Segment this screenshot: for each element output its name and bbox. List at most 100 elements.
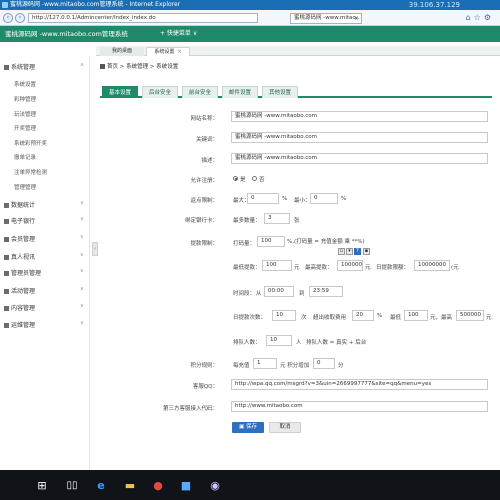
breadcrumb-separator: > [119,64,125,70]
sidebar-item-cancel-records[interactable]: 撤单记录 [14,153,36,161]
browser-title: 蜜桃源码网 -www.mitaobo.com管理系统 - Internet Ex… [10,1,181,8]
third-party-input[interactable]: http://www.mitaobo.com [231,401,488,412]
sidebar-item-draw[interactable]: 开奖管理 [14,124,36,132]
sidebar-group-activities[interactable]: 活动管理 ∨ [4,286,84,295]
image-icon[interactable]: ▫ [338,248,345,255]
tab-basic-settings[interactable]: 基本设置 [102,86,138,98]
time-end-input[interactable]: 23:59 [309,286,343,297]
browser-tab[interactable]: 蜜桃源码网 -www.mitao... × [290,13,362,24]
ie-browser-icon[interactable]: e [92,476,110,494]
register-yes-radio[interactable] [233,176,238,181]
sidebar-item-system-settings[interactable]: 系统设置 [14,80,36,88]
sidebar-group-members[interactable]: 会员管理 ∨ [4,234,84,243]
sidebar-group-content[interactable]: 内容管理 ∨ [4,303,84,312]
chevron-up-icon: ∧ [80,62,84,68]
max-withdraw-input[interactable]: 100000 [337,260,363,271]
url-input[interactable]: http://127.0.0.1/Admincenter/Index_index… [28,13,258,23]
browser-toolbar-icons[interactable]: ⌂☆⚙ [466,13,494,22]
description-input[interactable]: 蜜桃源码网 -www.mitaobo.com [231,153,488,164]
sidebar-group-admins[interactable]: 管理员管理 ∨ [4,268,84,277]
time-start-input[interactable]: 00:00 [264,286,294,297]
help-icon[interactable]: ? [354,248,361,255]
queue-input[interactable]: 10 [266,335,292,346]
tab-my-desktop[interactable]: 我的桌面 [100,47,144,56]
save-button[interactable]: ▣ 保存 [232,422,264,433]
tab-system-settings[interactable]: 系统设置 × [146,47,190,56]
register-no-label: 否 [259,177,265,183]
close-tab-icon[interactable]: × [354,14,359,23]
tab-my-desktop-label: 我的桌面 [111,48,132,54]
fee-max-input[interactable]: 500000 [456,310,484,321]
app-icon-2[interactable]: ◉ [206,476,224,494]
quick-menu-button[interactable]: + 快捷菜单 ∨ [160,26,197,42]
forward-icon[interactable]: › [15,13,25,23]
folder-icon[interactable]: ▬ [121,476,139,494]
tab-backend-security[interactable]: 后台安全 [142,86,178,98]
windows-taskbar: ⊞ ▯▯ e ▬ ● ■ ◉ [0,470,500,500]
qq-input[interactable]: http://wpa.qq.com/msgrd?v=3&uin=26699977… [231,379,488,390]
queue-note: 排队人数 = 真实 + 后台 [306,340,367,346]
points-mid-label: 元 积分增加 [280,363,310,369]
register-no-radio[interactable] [252,176,257,181]
user-icon [4,237,9,242]
qq-label: 客服QQ： [192,384,218,390]
time-range-label: 时间段： [233,291,256,297]
fee-min-label: 最低 [390,315,402,321]
chrome-icon[interactable]: ● [149,476,167,494]
sidebar-group-system[interactable]: 系统管理 ∧ [4,62,84,71]
chevron-down-icon: ∨ [80,286,84,292]
points-input[interactable]: 0 [313,358,335,369]
sidebar-group-live[interactable]: 真人视讯 ∨ [4,252,84,261]
dropdown-icon[interactable]: ▾ [346,248,353,255]
bank-icon [4,219,9,224]
bet-amount-input[interactable]: 100 [257,236,285,247]
tab-mail-settings[interactable]: 邮件设置 [222,86,258,98]
sidebar-group-ebank[interactable]: 电子银行 ∨ [4,216,84,225]
task-view-icon[interactable]: ▯▯ [63,476,81,494]
rebate-min-label: 最小： [294,198,311,204]
rebate-min-input[interactable]: 0 [310,193,338,204]
sidebar-item-predraw[interactable]: 系统彩预开奖 [14,139,47,147]
withdraw-times-input[interactable]: 10 [272,310,296,321]
tab-frontend-security[interactable]: 前台安全 [182,86,218,98]
keywords-input[interactable]: 蜜桃源码网 -www.mitaobo.com [231,132,488,143]
rebate-max-input[interactable]: 0 [247,193,279,204]
ie-logo-icon [2,2,8,8]
points-per-label: 每充值 [233,363,250,369]
points-unit: 分 [338,363,344,369]
min-withdraw-input[interactable]: 100 [262,260,292,271]
breadcrumb-section[interactable]: 系统管理 [126,64,148,70]
sidebar-item-lottery[interactable]: 彩种管理 [14,95,36,103]
bind-card-max-input[interactable]: 3 [264,213,290,224]
sidebar-group-ops[interactable]: 运维管理 ∨ [4,320,84,329]
page-tab-bar: 我的桌面 系统设置 × [96,46,500,56]
tab-system-settings-label: 系统设置 [154,49,175,55]
points-rule-label: 积分规则： [190,363,218,369]
video-icon [4,255,9,260]
sidebar-group-stats[interactable]: 数据统计 ∨ [4,200,84,209]
fee-input[interactable]: 20 [352,310,374,321]
sidebar-item-manage[interactable]: 管理管理 [14,183,36,191]
chevron-down-icon: ∨ [80,200,84,206]
settings-small-icon[interactable]: ▪ [363,248,370,255]
cancel-button[interactable]: 取消 [269,422,301,433]
windows-start-icon[interactable]: ⊞ [33,476,51,494]
time-to-label: 到 [299,291,305,297]
daily-withdraw-input[interactable]: 10000000 [414,260,450,271]
rebate-max-pct: % [282,196,288,202]
site-name-input[interactable]: 蜜桃源码网 -www.mitaobo.com [231,111,488,122]
fee-min-input[interactable]: 100 [404,310,428,321]
sidebar-item-play[interactable]: 玩法管理 [14,110,36,118]
chevron-down-icon: ∨ [80,268,84,274]
app-icon[interactable]: ■ [177,476,195,494]
sidebar-item-bet-check[interactable]: 注单异常检测 [14,168,47,176]
tab-other-settings[interactable]: 其他设置 [262,86,298,98]
admin-icon [4,271,9,276]
back-icon[interactable]: ‹ [3,13,13,23]
breadcrumb-home[interactable]: 首页 [107,64,118,70]
close-icon[interactable]: × [177,49,181,55]
bet-amount-label: 打码量： [233,241,256,247]
points-per-input[interactable]: 1 [253,358,277,369]
queue-label: 排队人数： [233,340,261,346]
queue-unit: 人 [296,340,302,346]
